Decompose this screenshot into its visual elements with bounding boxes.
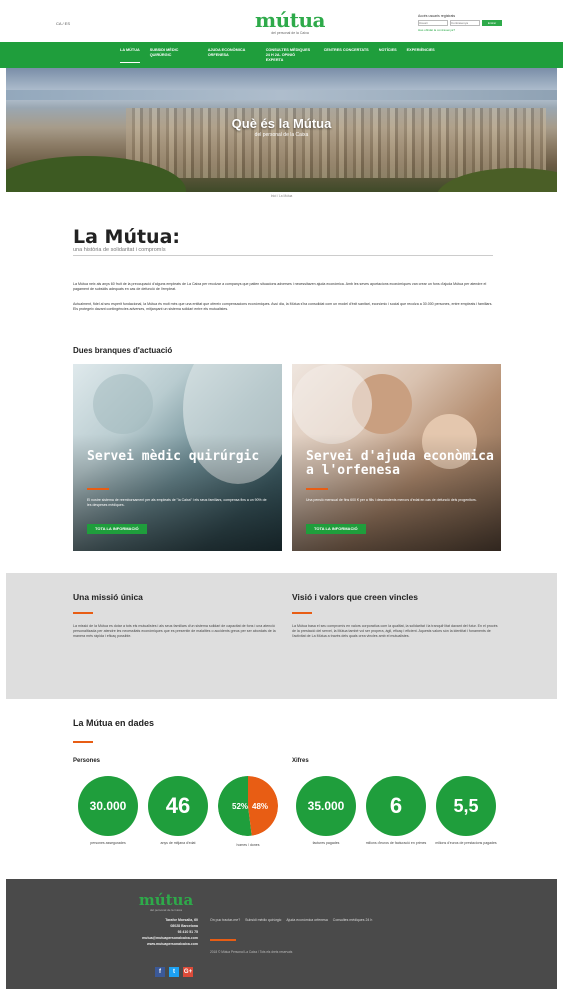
nav-item-noticies[interactable]: NOTÍCIES (379, 48, 397, 63)
footer: mútua del personal de la Caixa Tarafor M… (6, 879, 557, 989)
mission-column: Una missió única La missió de la Mútua e… (73, 593, 283, 640)
figures-group-label: Xifres (292, 758, 309, 764)
card-medical[interactable]: Servei mèdic quirúrgic El nostre sistema… (73, 364, 282, 551)
branches-heading: Dues branques d'actuació (73, 346, 173, 355)
medical-info-button[interactable]: TOTA LA INFORMACIÓ (87, 524, 147, 534)
top-bar: CA / ES mútua del personal de la Caixa A… (0, 0, 563, 42)
social-links: f t G+ (155, 967, 193, 977)
gender-pie-chart: 52% 48% (218, 776, 278, 836)
forgot-password-link[interactable]: Has oblidat la contrasenya? (418, 28, 513, 32)
pie-men-label: 52% (232, 802, 248, 811)
password-input[interactable] (450, 20, 480, 26)
footer-logo-wordmark: mútua (138, 891, 194, 909)
web-link[interactable]: www.mutuapersonalcaixa.com (86, 941, 198, 947)
stat-insured-label: persones assegurades (90, 841, 126, 845)
stats-heading: La Mútua en dades (73, 718, 155, 728)
footer-link[interactable]: On puc tractar-me? (210, 918, 240, 922)
accent-bar (292, 612, 312, 614)
stat-insured-circle: 30.000 (78, 776, 138, 836)
page-title: La Mútua: (73, 226, 181, 248)
hero-sea (6, 90, 557, 100)
vision-title: Visió i valors que creen vincles (292, 592, 418, 602)
main-nav: LA MÚTUA SUBSIDI MÈDIC QUIRÚRGIC AJUDA E… (0, 42, 563, 68)
pillow-shape (292, 364, 372, 444)
pie-women-label: 48% (252, 802, 268, 811)
stat-age-label: anys de mitjana d'edat (160, 841, 196, 845)
stat-age-circle: 46 (148, 776, 208, 836)
mission-title: Una missió única (73, 592, 143, 602)
twitter-icon[interactable]: t (169, 967, 179, 977)
card-accent-bar (306, 488, 328, 490)
orphan-info-button[interactable]: TOTA LA INFORMACIÓ (306, 524, 366, 534)
login-button[interactable]: Entrar (482, 20, 502, 26)
language-switcher[interactable]: CA / ES (56, 21, 70, 26)
hero-subtitle: del personal de la Caixa (254, 132, 309, 138)
accent-bar (73, 741, 93, 743)
hero-banner: Què és la Mútua del personal de la Caixa (6, 68, 557, 192)
footer-links: On puc tractar-me? Subsidi mèdic quirúrg… (210, 918, 372, 922)
card-accent-bar (87, 488, 109, 490)
card-orphan-title: Servei d'ajuda econòmica a l'orfenesa (306, 449, 494, 478)
page-subtitle: una història de solidaritat i compromís (73, 247, 166, 253)
accent-bar (210, 939, 236, 941)
footer-address: Tarafor Morsalla, 60 08028 Barcelona 93 … (86, 917, 198, 947)
copyright: 2018 © Mútua Personal La Caixa / Tots el… (210, 950, 293, 954)
values-section: Una missió única La missió de la Mútua e… (6, 573, 557, 699)
divider (73, 255, 493, 256)
card-medical-text: El nostre sistema de reemborsament per a… (87, 498, 267, 507)
card-medical-title: Servei mèdic quirúrgic (87, 449, 260, 464)
nav-item-subsidi[interactable]: SUBSIDI MÈDIC QUIRÚRGIC (150, 48, 198, 63)
site-logo[interactable]: mútua del personal de la Caixa (240, 10, 340, 35)
stat-invoices-circle: 35.000 (296, 776, 356, 836)
nav-item-consultes[interactable]: CONSULTES MÈDIQUES 24 H 2A. OPINIÓ EXPER… (266, 48, 314, 63)
breadcrumb[interactable]: Inici / La Mútua (0, 194, 563, 198)
nav-item-la-mutua[interactable]: LA MÚTUA (120, 48, 140, 63)
mission-text: La missió de la Mútua es dotar a tots el… (73, 624, 276, 639)
card-orphan[interactable]: Servei d'ajuda econòmica a l'orfenesa Un… (292, 364, 501, 551)
gender-label: homes / dones (236, 843, 260, 847)
hero-title: Què és la Mútua (231, 116, 332, 131)
footer-link[interactable]: Consultes mèdiques 24 h (333, 918, 373, 922)
intro-paragraph-1: La Mútua neix als anys 60 fruit de la pr… (73, 282, 487, 292)
stat-benefits-label: milions d'euros de prestacions pagades (435, 841, 497, 845)
page: CA / ES mútua del personal de la Caixa A… (0, 0, 563, 989)
login-box: Accés usuaris registrats Entrar Has obli… (418, 14, 513, 32)
login-title: Accés usuaris registrats (418, 14, 456, 18)
facebook-icon[interactable]: f (155, 967, 165, 977)
footer-link[interactable]: Ajuda econòmica orfenesa (286, 918, 327, 922)
username-input[interactable] (418, 20, 448, 26)
vision-column: Visió i valors que creen vincles La Mútu… (292, 593, 502, 640)
persons-group-label: Persones (73, 758, 101, 764)
logo-wordmark: mútua (255, 8, 325, 32)
nav-item-experiencies[interactable]: EXPERIÈNCIES (407, 48, 435, 63)
footer-logo[interactable]: mútua del personal de la Caixa (136, 891, 196, 913)
stat-premiums-circle: 6 (366, 776, 426, 836)
nav-item-centres[interactable]: CENTRES CONCERTATS (324, 48, 369, 63)
nav-item-ajuda[interactable]: AJUDA ECONÒMICA ORFENESA (208, 48, 256, 63)
stat-invoices-label: factures pagades (312, 841, 340, 845)
vision-text: La Mútua basa el seu compromís en valors… (292, 624, 498, 639)
accent-bar (73, 612, 93, 614)
stat-benefits-circle: 5,5 (436, 776, 496, 836)
gender-pie-svg: 52% 48% (218, 776, 278, 836)
card-orphan-text: Una pensió mensual de fins 600 € per a f… (306, 498, 477, 502)
footer-link[interactable]: Subsidi mèdic quirúrgic (245, 918, 281, 922)
stat-premiums-label: milions d'euros de facturació en primes (365, 841, 427, 845)
intro-paragraph-2: Actualment, fidel al seu esperit fundaci… (73, 302, 493, 312)
stethoscope-shape (93, 374, 153, 434)
google-plus-icon[interactable]: G+ (183, 967, 193, 977)
